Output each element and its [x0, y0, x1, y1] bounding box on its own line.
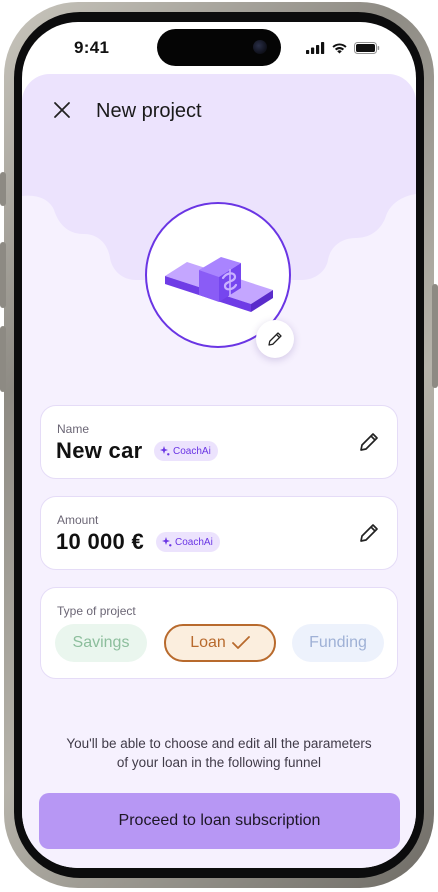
- cellular-signal-icon: [306, 42, 325, 54]
- sparkle-icon: [162, 537, 172, 547]
- chip-savings[interactable]: Savings: [55, 624, 147, 662]
- header: New project: [22, 74, 416, 146]
- page-title: New project: [96, 100, 202, 122]
- pencil-icon: [268, 332, 282, 346]
- name-label: Name: [57, 422, 90, 436]
- amount-label: Amount: [57, 513, 99, 527]
- status-bar: 9:41: [22, 22, 416, 74]
- edit-name-button[interactable]: [357, 430, 381, 454]
- proceed-button[interactable]: Proceed to loan subscription: [39, 793, 400, 849]
- info-text: You'll be able to choose and edit all th…: [66, 736, 372, 770]
- action-button: [0, 172, 6, 206]
- chip-label: Savings: [72, 634, 130, 651]
- project-type-label: Type of project: [57, 604, 136, 618]
- power-button: [432, 284, 438, 388]
- new-project-sheet: New project Name New car CoachAi Amount …: [22, 74, 416, 868]
- badge-label: CoachAi: [173, 445, 211, 457]
- amount-value: 10 000 €: [56, 529, 145, 554]
- pencil-icon: [360, 524, 378, 542]
- pencil-icon: [360, 433, 378, 451]
- chip-loan[interactable]: Loan: [164, 624, 276, 662]
- camera-icon: [253, 40, 267, 54]
- chip-label: Funding: [309, 634, 367, 651]
- sparkle-icon: [160, 446, 170, 456]
- battery-icon: [354, 42, 380, 54]
- chip-label: Loan: [190, 634, 226, 651]
- wifi-icon: [332, 43, 347, 54]
- status-icons: [306, 41, 380, 55]
- edit-amount-button[interactable]: [357, 521, 381, 545]
- volume-up-button: [0, 242, 6, 308]
- screen: 9:41 New project Name New car CoachAi Am…: [22, 22, 416, 868]
- status-time: 9:41: [74, 38, 110, 57]
- coachai-badge: CoachAi: [154, 441, 218, 461]
- amount-field[interactable]: Amount 10 000 € CoachAi: [40, 496, 398, 570]
- close-button[interactable]: [52, 100, 72, 120]
- dynamic-island: [157, 29, 281, 66]
- volume-down-button: [0, 326, 6, 392]
- coachai-badge: CoachAi: [156, 532, 220, 552]
- chip-funding[interactable]: Funding: [292, 624, 384, 662]
- badge-label: CoachAi: [175, 536, 213, 548]
- close-icon: [54, 102, 70, 118]
- name-field[interactable]: Name New car CoachAi: [40, 405, 398, 479]
- proceed-button-label: Proceed to loan subscription: [118, 812, 321, 829]
- name-value: New car: [56, 438, 143, 463]
- project-type-card: Type of project Savings Loan Funding: [40, 587, 398, 679]
- check-icon: [231, 636, 250, 649]
- edit-avatar-button[interactable]: [256, 320, 294, 358]
